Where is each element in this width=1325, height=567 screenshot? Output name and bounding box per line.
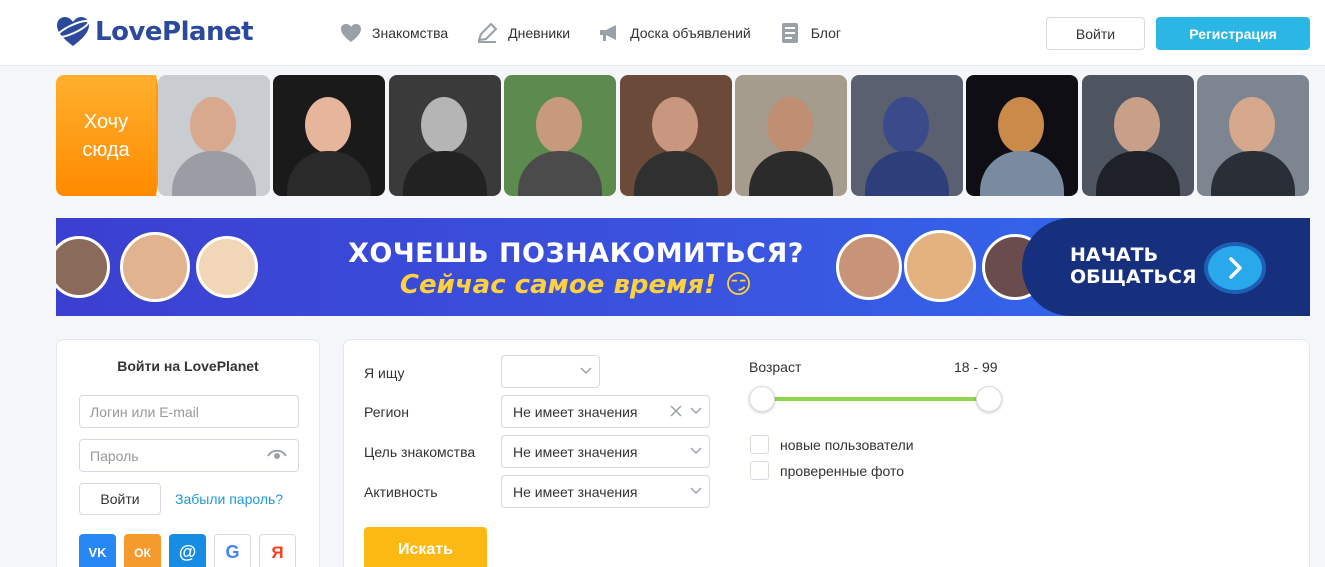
search-card: Я ищу Регион Не имеет значения Цель знак… [343,339,1310,567]
age-label: Возраст [749,359,802,375]
nav-board-label: Доска объявлений [630,25,751,41]
user-photo[interactable] [1197,75,1309,196]
goal-label: Цель знакомства [364,444,476,460]
want-here-line2: сюда [82,138,130,161]
banner-cta-line2: ОБЩАТЬСЯ [1070,266,1197,288]
goal-value: Не имеет значения [513,444,638,460]
age-max-handle[interactable] [976,386,1002,412]
header: LovePlanet Знакомства Дневники Доска объ… [0,0,1325,66]
nav-dating-label: Знакомства [372,25,449,41]
password-input[interactable] [79,439,299,472]
new-users-label: новые пользователи [780,437,914,453]
chevron-down-icon [690,407,702,415]
heart-icon [341,24,361,42]
nav-dating[interactable]: Знакомства [340,23,448,43]
planet-heart-icon [56,17,90,46]
nav-board[interactable]: Доска объявлений [598,23,751,43]
megaphone-icon [600,25,617,41]
google-login-icon[interactable]: G [214,534,251,567]
region-value: Не имеет значения [513,404,638,420]
vk-login-icon[interactable]: VK [79,534,116,567]
nav-blog-label: Блог [810,25,841,41]
user-photo[interactable] [1082,75,1194,196]
user-photo[interactable] [504,75,616,196]
looking-for-select[interactable] [501,355,600,388]
chevron-right-icon[interactable] [1204,242,1266,294]
age-slider-track[interactable] [761,397,989,401]
banner-title: ХОЧЕШЬ ПОЗНАКОМИТЬСЯ? [348,238,804,269]
age-value: 18 - 99 [954,359,998,375]
login-input[interactable] [79,395,299,428]
banner-avatar [196,236,258,298]
register-button[interactable]: Регистрация [1156,17,1310,50]
pencil-icon [477,23,498,43]
nav-diaries[interactable]: Дневники [476,23,570,43]
nav-diaries-label: Дневники [508,25,571,41]
age-min-handle[interactable] [749,386,775,412]
logo-text: LovePlanet [95,17,254,47]
user-photo[interactable] [389,75,501,196]
banner-cta-text: НАЧАТЬ ОБЩАТЬСЯ [1070,244,1197,288]
activity-select[interactable]: Не имеет значения [501,475,710,508]
want-here-line1: Хочу [83,110,129,133]
goal-select[interactable]: Не имеет значения [501,435,710,468]
activity-value: Не имеет значения [513,484,638,500]
user-photo[interactable] [735,75,847,196]
promo-banner[interactable]: ХОЧЕШЬ ПОЗНАКОМИТЬСЯ? Сейчас самое время… [56,218,1310,316]
main-nav: Знакомства Дневники Доска объявлений Бло… [340,0,869,66]
yandex-login-icon[interactable]: Я [259,534,296,567]
eye-icon[interactable] [267,448,287,460]
login-button[interactable]: Войти [79,483,161,515]
photo-strip: Хочу сюда [56,75,1310,196]
header-login-button[interactable]: Войти [1046,17,1145,50]
banner-cta[interactable]: НАЧАТЬ ОБЩАТЬСЯ [1022,218,1310,316]
search-button[interactable]: Искать [364,527,487,567]
user-photo[interactable] [966,75,1078,196]
user-photo[interactable] [620,75,732,196]
close-icon[interactable] [670,405,682,417]
document-icon [781,23,798,43]
banner-avatar [56,236,110,298]
looking-for-label: Я ищу [364,365,405,381]
nav-blog[interactable]: Блог [779,23,841,43]
want-here-button[interactable]: Хочу сюда [56,75,156,196]
banner-cta-line1: НАЧАТЬ [1070,244,1159,266]
mail-login-icon[interactable]: @ [169,534,206,567]
user-photo[interactable] [158,75,270,196]
region-select[interactable]: Не имеет значения [501,395,710,428]
chevron-down-icon [690,487,702,495]
banner-avatar [904,230,976,302]
verified-photos-checkbox[interactable] [750,461,769,480]
activity-label: Активность [364,484,438,500]
verified-photos-label: проверенные фото [780,463,905,479]
banner-avatar [836,234,902,300]
logo[interactable]: LovePlanet [55,14,254,50]
banner-subtitle: Сейчас самое время! 😏 [399,270,753,300]
user-photo[interactable] [851,75,963,196]
region-label: Регион [364,404,409,420]
new-users-checkbox[interactable] [750,435,769,454]
login-title: Войти на LovePlanet [117,358,259,374]
ok-login-icon[interactable]: ОК [124,534,161,567]
login-card: Войти на LovePlanet Войти Забыли пароль?… [56,339,320,567]
user-photo[interactable] [273,75,385,196]
chevron-down-icon [580,367,592,375]
chevron-down-icon [690,447,702,455]
banner-avatar [120,232,190,302]
forgot-password-link[interactable]: Забыли пароль? [175,491,283,507]
